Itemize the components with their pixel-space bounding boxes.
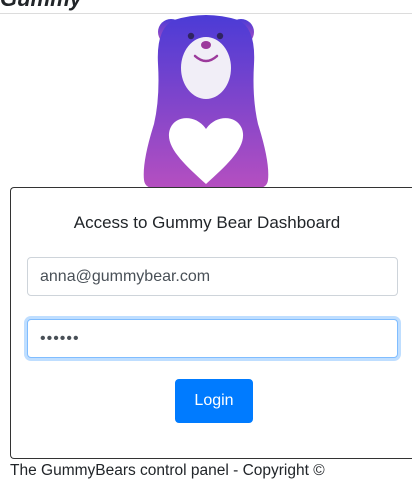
login-card: Access to Gummy Bear Dashboard Login — [10, 187, 412, 459]
login-page: Gummy Access to Gummy Bear Dashboard Log… — [0, 0, 412, 481]
login-button[interactable]: Login — [175, 379, 253, 423]
footer-copyright: The GummyBears control panel - Copyright… — [10, 462, 325, 479]
login-card-title: Access to Gummy Bear Dashboard — [73, 213, 341, 232]
gummy-bear-logo-icon — [143, 15, 269, 188]
email-input[interactable] — [27, 257, 398, 296]
password-input[interactable] — [27, 319, 398, 358]
page-heading: Gummy — [0, 0, 82, 12]
